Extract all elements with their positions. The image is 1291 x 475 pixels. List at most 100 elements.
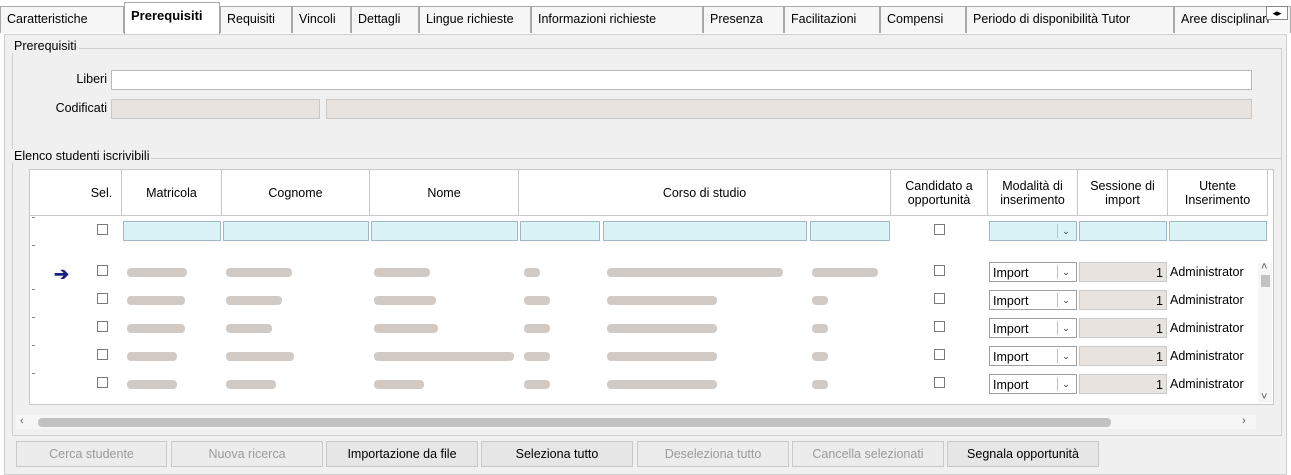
redacted-corso-extra <box>812 324 828 333</box>
horizontal-scroll-thumb[interactable] <box>38 418 1111 427</box>
col-sessione[interactable]: Sessione di import <box>1078 170 1168 216</box>
redacted-corso-desc <box>607 296 717 305</box>
sessione-value: 1 <box>1079 374 1167 394</box>
utente-value: Administrator <box>1170 321 1244 335</box>
row-select-checkbox[interactable] <box>97 265 108 276</box>
filter-sel-checkbox[interactable] <box>97 224 108 235</box>
redacted-matricola <box>127 380 177 389</box>
grid-horizontal-scrollbar[interactable]: ‹ › <box>16 415 1256 429</box>
row-indicator-tick <box>32 245 35 246</box>
filter-corso-code[interactable] <box>520 221 600 241</box>
filter-corso-desc[interactable] <box>603 221 807 241</box>
candidato-checkbox[interactable] <box>934 349 945 360</box>
modalita-value: Import <box>993 350 1029 364</box>
redacted-corso-desc <box>607 268 783 277</box>
redacted-corso-code <box>524 296 550 305</box>
vertical-scroll-thumb[interactable] <box>1261 275 1270 287</box>
chevron-down-icon[interactable]: ⌄ <box>1057 265 1074 279</box>
candidato-checkbox[interactable] <box>934 293 945 304</box>
row-select-checkbox[interactable] <box>97 349 108 360</box>
modalita-select[interactable]: Import ⌄ <box>989 290 1077 310</box>
segnala-opportunita-button[interactable]: Segnala opportunità <box>947 441 1099 467</box>
modalita-select[interactable]: Import ⌄ <box>989 346 1077 366</box>
chevron-down-icon[interactable]: ⌄ <box>1057 349 1074 363</box>
tab-vincoli[interactable]: Vincoli <box>292 6 351 33</box>
importazione-da-file-button[interactable]: Importazione da file <box>326 441 478 467</box>
row-select-checkbox[interactable] <box>97 321 108 332</box>
modalita-select[interactable]: Import ⌄ <box>989 262 1077 282</box>
tab-scroll-arrows[interactable]: ◂▸ <box>1266 6 1288 20</box>
row-indicator-tick <box>32 289 35 290</box>
filter-candidato-checkbox[interactable] <box>934 224 945 235</box>
col-matricola[interactable]: Matricola <box>122 170 222 216</box>
row-select-checkbox[interactable] <box>97 293 108 304</box>
filter-modalita[interactable]: ⌄ <box>989 221 1077 241</box>
tab-informazioni-richieste[interactable]: Informazioni richieste <box>531 6 703 33</box>
liberi-label: Liberi <box>76 72 107 86</box>
modalita-select[interactable]: Import ⌄ <box>989 318 1077 338</box>
sessione-value: 1 <box>1079 318 1167 338</box>
tab-facilitazioni[interactable]: Facilitazioni <box>784 6 880 33</box>
tab-prerequisiti[interactable]: Prerequisiti <box>124 2 220 34</box>
codificati-description-input[interactable] <box>326 99 1252 119</box>
chevron-down-icon[interactable]: ⌄ <box>1057 224 1074 238</box>
cerca-studente-button[interactable]: Cerca studente <box>16 441 167 467</box>
filter-cognome[interactable] <box>223 221 369 241</box>
scroll-left-icon[interactable]: ‹ <box>20 415 24 427</box>
modalita-value: Import <box>993 266 1029 280</box>
tab-dettagli[interactable]: Dettagli <box>351 6 419 33</box>
chevron-down-icon[interactable]: ⌄ <box>1057 293 1074 307</box>
tab-periodo-disponibilita-tutor[interactable]: Periodo di disponibilità Tutor <box>966 6 1174 33</box>
codificati-label: Codificati <box>55 101 107 115</box>
filter-sessione[interactable] <box>1079 221 1167 241</box>
modalita-select[interactable]: Import ⌄ <box>989 374 1077 394</box>
deseleziona-tutto-button[interactable]: Deseleziona tutto <box>637 441 789 467</box>
chevron-down-icon[interactable]: ⌄ <box>1057 377 1074 391</box>
redacted-corso-code <box>524 324 550 333</box>
col-sel[interactable]: Sel. <box>82 170 122 216</box>
sessione-value: 1 <box>1079 290 1167 310</box>
seleziona-tutto-button[interactable]: Seleziona tutto <box>481 441 633 467</box>
cancella-selezionati-button[interactable]: Cancella selezionati <box>792 441 944 467</box>
tab-compensi[interactable]: Compensi <box>880 6 966 33</box>
col-corso-di-studio[interactable]: Corso di studio <box>519 170 891 216</box>
students-grid: Sel. Matricola Cognome Nome Corso di stu… <box>29 169 1274 405</box>
filter-utente[interactable] <box>1169 221 1267 241</box>
row-indicator-tick <box>32 373 35 374</box>
nuova-ricerca-button[interactable]: Nuova ricerca <box>171 441 323 467</box>
col-utente[interactable]: Utente Inserimento <box>1168 170 1268 216</box>
redacted-corso-extra <box>812 268 878 277</box>
col-nome[interactable]: Nome <box>370 170 519 216</box>
chevron-down-icon[interactable]: ⌄ <box>1057 321 1074 335</box>
filter-nome[interactable] <box>371 221 518 241</box>
candidato-checkbox[interactable] <box>934 321 945 332</box>
tab-caratteristiche[interactable]: Caratteristiche <box>0 6 124 33</box>
codificati-code-input[interactable] <box>111 99 320 119</box>
grid-vertical-scrollbar[interactable]: ˄ ˅ <box>1258 261 1272 403</box>
tab-lingue-richieste[interactable]: Lingue richieste <box>419 6 531 33</box>
col-candidato[interactable]: Candidato a opportunità <box>891 170 988 216</box>
sessione-value: 1 <box>1079 262 1167 282</box>
redacted-corso-extra <box>812 380 828 389</box>
redacted-corso-extra <box>812 296 828 305</box>
scroll-right-icon[interactable]: › <box>1242 415 1246 427</box>
tab-requisiti[interactable]: Requisiti <box>220 6 292 33</box>
col-cognome[interactable]: Cognome <box>222 170 370 216</box>
tab-presenza[interactable]: Presenza <box>703 6 784 33</box>
redacted-nome <box>374 324 438 333</box>
col-modalita[interactable]: Modalità di inserimento <box>988 170 1078 216</box>
filter-corso-extra[interactable] <box>810 221 890 241</box>
liberi-input[interactable] <box>111 70 1252 90</box>
scroll-up-icon[interactable]: ˄ <box>1261 261 1267 273</box>
redacted-corso-desc <box>607 352 717 361</box>
candidato-checkbox[interactable] <box>934 377 945 388</box>
scroll-down-icon[interactable]: ˅ <box>1261 391 1267 403</box>
utente-value: Administrator <box>1170 349 1244 363</box>
redacted-cognome <box>226 352 294 361</box>
modalita-value: Import <box>993 378 1029 392</box>
row-select-checkbox[interactable] <box>97 377 108 388</box>
redacted-cognome <box>226 324 272 333</box>
filter-matricola[interactable] <box>123 221 221 241</box>
redacted-matricola <box>127 324 185 333</box>
candidato-checkbox[interactable] <box>934 265 945 276</box>
